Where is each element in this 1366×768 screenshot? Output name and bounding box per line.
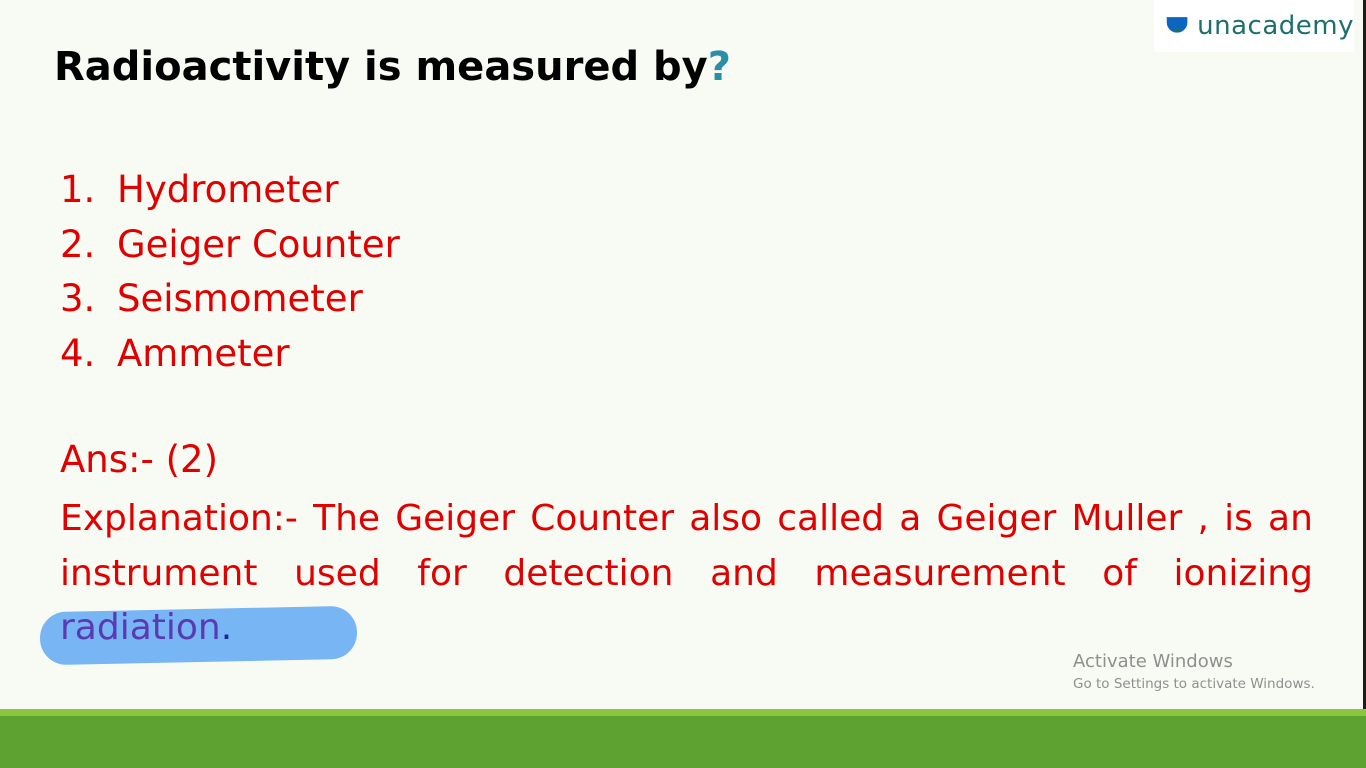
explanation-word: and [710, 552, 778, 594]
explanation-word: also [689, 498, 763, 539]
explanation-word: an [1268, 498, 1313, 539]
options-list: 1. Hydrometer 2. Geiger Counter 3. Seismome… [60, 166, 400, 384]
option-label: Hydrometer [117, 168, 339, 211]
explanation-word: Explanation:- [60, 498, 298, 539]
unacademy-logo-icon [1166, 17, 1188, 33]
explanation-word: measurement [814, 552, 1066, 594]
option-number: 4. [60, 331, 96, 375]
explanation-word: Geiger [936, 498, 1057, 539]
option-2: 2. Geiger Counter [60, 221, 400, 276]
unacademy-logo: unacademy [1154, 0, 1354, 52]
activate-windows-subtitle: Go to Settings to activate Windows. [1073, 676, 1315, 692]
option-number: 3. [60, 277, 96, 320]
explanation-word: used [294, 552, 381, 594]
explanation-word: a [899, 498, 922, 539]
activate-windows-title: Activate Windows [1073, 651, 1233, 672]
explanation-word: for [417, 552, 467, 594]
option-label: Seismometer [117, 277, 363, 320]
explanation-word: is [1224, 498, 1253, 539]
option-label: Ammeter [117, 331, 290, 375]
explanation-line-2: instrument used for detection and measur… [60, 547, 1313, 602]
option-number: 1. [60, 168, 96, 211]
explanation-word-highlighted: radiation [60, 607, 221, 648]
explanation-word: detection [503, 552, 674, 594]
explanation-word: Muller [1071, 498, 1183, 539]
footer-band [0, 716, 1366, 768]
option-4: 4. Ammeter [60, 330, 400, 385]
explanation-word: instrument [60, 552, 258, 594]
question-text: Radioactivity is measured by [54, 44, 708, 90]
explanation-line-1: Explanation:- The Geiger Counter also ca… [60, 492, 1313, 547]
question-mark: ? [707, 44, 731, 90]
explanation-word: of [1102, 552, 1137, 594]
logo-text: unacademy [1197, 11, 1354, 41]
option-number: 2. [60, 222, 96, 266]
explanation-paragraph: Explanation:- The Geiger Counter also ca… [60, 492, 1313, 656]
explanation-word: The [313, 498, 381, 539]
answer-text: Ans:- (2) [60, 438, 219, 481]
footer-stripe-light [0, 709, 1366, 716]
explanation-line-3: radiation. [60, 601, 1313, 656]
explanation-word: Geiger [395, 498, 516, 539]
option-3: 3. Seismometer [60, 275, 400, 330]
slide: unacademy Radioactivity is measured by? … [0, 0, 1366, 768]
question-title: Radioactivity is measured by? [54, 44, 731, 90]
explanation-word: Counter [530, 498, 675, 539]
explanation-word: called [777, 498, 885, 539]
explanation-word: , [1197, 498, 1209, 539]
explanation-period: . [220, 607, 233, 648]
explanation-word: ionizing [1173, 552, 1313, 594]
activate-windows-watermark: Activate Windows Go to Settings to activ… [1073, 651, 1315, 695]
option-1: 1. Hydrometer [60, 166, 400, 221]
option-label: Geiger Counter [117, 222, 400, 266]
